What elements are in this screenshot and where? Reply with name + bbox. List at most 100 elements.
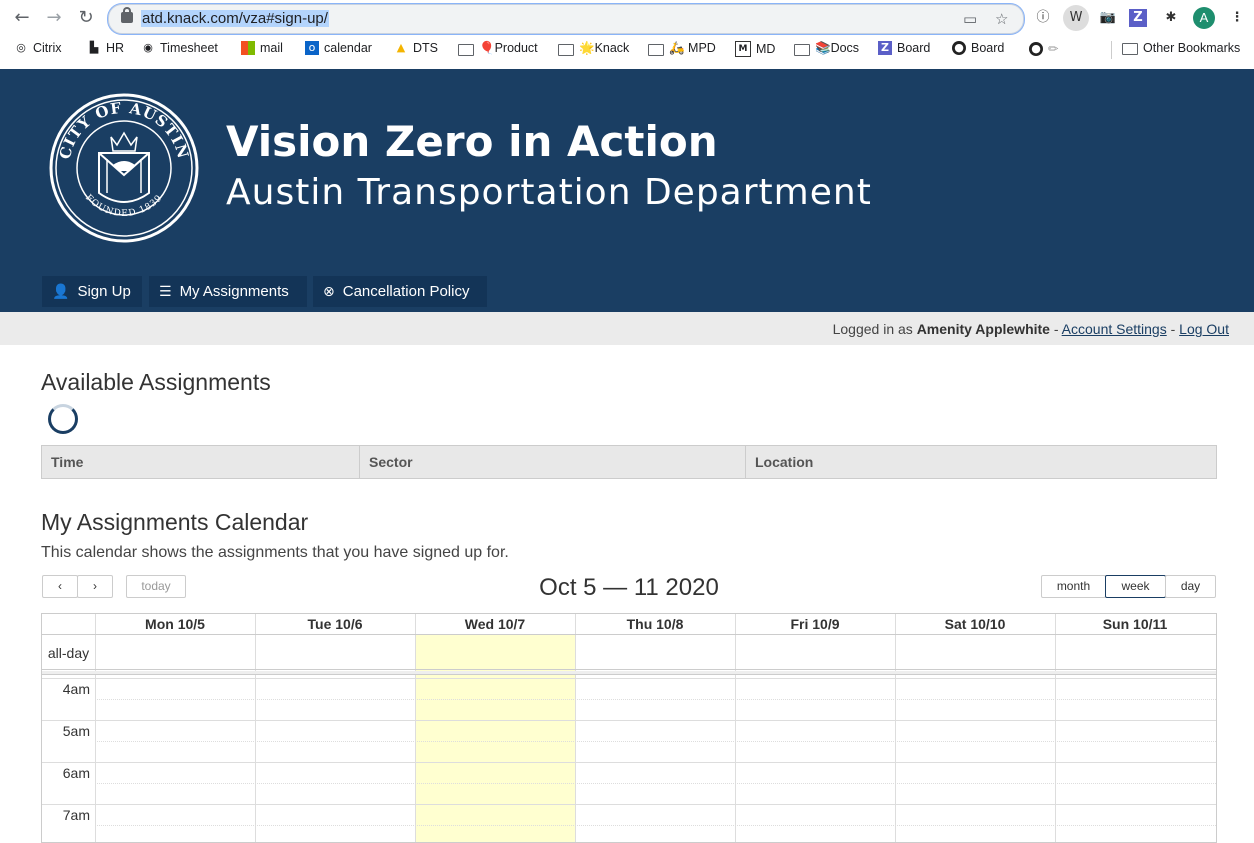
times-circle-icon: ⊗ — [323, 283, 335, 300]
bookmark-pencil[interactable]: ● ✏ — [1029, 41, 1058, 56]
nav-cancellation-policy-button[interactable]: ⊗ Cancellation Policy — [313, 276, 487, 307]
time-label: 7am — [62, 807, 90, 823]
bookmark-star-icon[interactable]: ☆ — [995, 10, 1008, 28]
globe-icon: ◉ — [143, 41, 153, 54]
grid-line — [42, 634, 1216, 635]
page-title: Vision Zero in Action — [226, 117, 718, 166]
column-header-time[interactable]: Time — [42, 446, 360, 478]
markdown-icon: M — [735, 41, 751, 57]
bookmark-hr[interactable]: ▙ HR — [87, 41, 124, 55]
forward-arrow-icon[interactable]: → — [42, 6, 66, 30]
wappalyzer-extension-icon[interactable]: W — [1063, 5, 1089, 31]
grid-line — [42, 674, 1216, 675]
week-calendar-grid: Mon 10/5 Tue 10/6 Wed 10/7 Thu 10/8 Fri … — [41, 613, 1217, 843]
column-header-location[interactable]: Location — [746, 446, 1216, 478]
github-icon: ● — [952, 41, 966, 55]
puzzle-extensions-icon[interactable]: ✱ — [1160, 7, 1182, 29]
bookmark-board-github[interactable]: ● Board — [952, 41, 1004, 55]
day-header: Tue 10/6 — [307, 616, 363, 632]
available-assignments-heading: Available Assignments — [41, 369, 271, 395]
folder-icon — [648, 43, 664, 56]
grid-line — [42, 669, 1216, 670]
bookmark-mail[interactable]: mail — [241, 41, 283, 55]
day-header: Fri 10/9 — [790, 616, 840, 632]
bookmark-calendar[interactable]: o calendar — [305, 41, 372, 55]
bookmark-docs[interactable]: 📚Docs — [794, 41, 859, 56]
nav-sign-up-button[interactable]: 👤 Sign Up — [42, 276, 142, 307]
outlook-icon: o — [305, 41, 319, 55]
view-week-button[interactable]: week — [1105, 575, 1166, 598]
day-header: Sat 10/10 — [944, 616, 1006, 632]
column-header-sector[interactable]: Sector — [360, 446, 746, 478]
loading-spinner-icon — [48, 404, 78, 434]
camera-extension-icon[interactable]: 📷 — [1097, 7, 1119, 29]
time-label: 4am — [62, 681, 90, 697]
lock-icon — [121, 7, 133, 23]
app-header: CITY OF AUSTIN FOUNDED 1839 Vision Zero … — [0, 69, 1254, 312]
citrix-icon: ◎ — [16, 41, 26, 54]
grid-line — [575, 614, 576, 842]
grid-line — [42, 678, 1216, 679]
calendar-heading: My Assignments Calendar — [41, 509, 309, 535]
bookmark-product[interactable]: 🎈Product — [458, 41, 538, 56]
folder-icon — [558, 43, 574, 56]
view-day-button[interactable]: day — [1165, 575, 1216, 598]
half-hour-line — [95, 699, 1216, 700]
zenhub-extension-icon[interactable]: Z — [1129, 9, 1147, 27]
grid-line — [95, 614, 96, 842]
grid-line — [735, 614, 736, 842]
address-bar[interactable]: atd.knack.com/vza#sign-up/ ▭ ☆ — [108, 4, 1024, 34]
bookmark-md[interactable]: M MD — [735, 41, 775, 57]
building-icon: ▙ — [89, 41, 99, 54]
microsoft-icon — [241, 41, 255, 55]
cast-icon[interactable]: ▭ — [963, 10, 977, 28]
bookmark-mpd[interactable]: 🛵 MPD — [648, 41, 716, 56]
log-out-link[interactable]: Log Out — [1179, 321, 1229, 337]
grid-line — [42, 720, 1216, 721]
browser-toolbar: ← → ↻ atd.knack.com/vza#sign-up/ ▭ ☆ ⓘ W… — [0, 0, 1254, 70]
bookmark-timesheet[interactable]: ◉ Timesheet — [141, 41, 218, 55]
city-of-austin-seal-logo: CITY OF AUSTIN FOUNDED 1839 — [49, 93, 199, 243]
user-name: Amenity Applewhite — [916, 321, 1050, 337]
bookmark-other[interactable]: Other Bookmarks — [1122, 41, 1240, 55]
bookmark-citrix[interactable]: ◎ Citrix — [14, 41, 61, 55]
all-day-label: all-day — [47, 645, 90, 661]
grid-line — [415, 614, 416, 842]
user-plus-icon: 👤 — [52, 283, 70, 300]
day-header: Wed 10/7 — [464, 616, 526, 632]
time-label: 6am — [62, 765, 90, 781]
today-column-highlight — [416, 635, 576, 842]
bookmarks-bar: ◎ Citrix ▙ HR ◉ Timesheet mail o calendar ▲ D… — [0, 37, 1254, 63]
back-arrow-icon[interactable]: ← — [10, 6, 34, 30]
account-settings-link[interactable]: Account Settings — [1062, 321, 1167, 337]
day-header: Sun 10/11 — [1102, 616, 1168, 632]
kebab-menu-icon[interactable]: ⋮ — [1226, 7, 1248, 29]
page-subtitle: Austin Transportation Department — [226, 172, 872, 213]
half-hour-line — [95, 783, 1216, 784]
grid-line — [1055, 614, 1056, 842]
github-icon: ● — [1029, 41, 1043, 56]
grid-line — [255, 614, 256, 842]
day-header: Mon 10/5 — [145, 616, 205, 632]
bookmark-knack[interactable]: 🌟Knack — [558, 41, 629, 56]
calendar-description: This calendar shows the assignments that… — [41, 544, 509, 561]
list-icon: ☰ — [159, 283, 172, 300]
bookmark-board-zenhub[interactable]: Z Board — [878, 41, 930, 55]
bookmark-dts[interactable]: ▲ DTS — [394, 41, 438, 55]
half-hour-line — [95, 825, 1216, 826]
view-month-button[interactable]: month — [1041, 575, 1106, 598]
grid-line — [42, 804, 1216, 805]
reload-icon[interactable]: ↻ — [74, 6, 98, 30]
time-label: 5am — [62, 723, 90, 739]
zenhub-icon: Z — [878, 41, 892, 55]
password-extension-icon[interactable]: ⓘ — [1032, 7, 1054, 29]
grid-line — [42, 762, 1216, 763]
nav-my-assignments-button[interactable]: ☰ My Assignments — [149, 276, 307, 307]
day-header: Thu 10/8 — [626, 616, 684, 632]
logged-in-info: Logged in as Amenity Applewhite - Accoun… — [832, 321, 1229, 337]
half-hour-line — [95, 741, 1216, 742]
url-text[interactable]: atd.knack.com/vza#sign-up/ — [141, 10, 329, 27]
account-bar: Logged in as Amenity Applewhite - Accoun… — [0, 312, 1254, 345]
assignments-table-header: Time Sector Location — [41, 445, 1217, 479]
profile-avatar[interactable]: A — [1193, 7, 1215, 29]
